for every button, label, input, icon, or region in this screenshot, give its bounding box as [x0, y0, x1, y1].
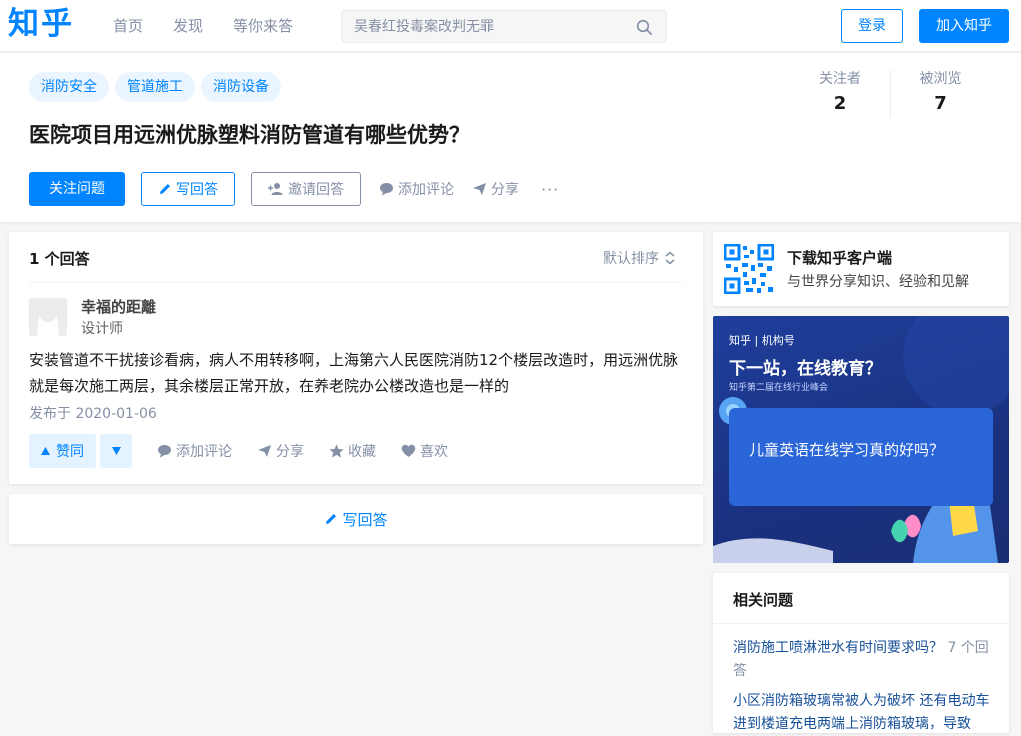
- related-question-title[interactable]: 消防施工喷淋泄水有时间要求吗？: [733, 640, 943, 656]
- related-questions-card: 相关问题 消防施工喷淋泄水有时间要求吗？ 7 个回答 小区消防箱玻璃常被人为破坏…: [713, 573, 1009, 733]
- answers-list: 1 个回答 默认排序 幸福的距離 设计师 安装管道不干扰接诊看病，病人不用转移啊…: [9, 232, 703, 484]
- share-label: 分享: [491, 182, 519, 198]
- question-header: 消防安全 管道施工 消防设备 医院项目用远洲优脉塑料消防管道有哪些优势？ 关注者…: [0, 53, 1021, 222]
- download-title: 下载知乎客户端: [787, 249, 893, 267]
- write-answer-card-label: 写回答: [342, 510, 388, 529]
- more-icon[interactable]: ···: [541, 180, 559, 199]
- pencil-icon: [160, 184, 170, 194]
- divider: [29, 282, 683, 283]
- write-answer-button[interactable]: 写回答: [141, 172, 235, 206]
- sort-chevrons-icon: [665, 251, 675, 265]
- views-count: 7: [934, 93, 947, 114]
- views-label: 被浏览: [919, 71, 962, 87]
- banner-headline: 下一站，在线教育？: [729, 359, 882, 379]
- like-button[interactable]: 喜欢: [401, 441, 448, 461]
- question-stats: 关注者 2 被浏览 7: [790, 70, 1011, 118]
- invite-answer-button[interactable]: 邀请回答: [251, 172, 361, 206]
- topic-tags: 消防安全 管道施工 消防设备: [29, 72, 281, 102]
- related-question-item[interactable]: 小区消防箱玻璃常被人为破坏 还有电动车进到楼道充电两端上消防箱玻璃，导致: [733, 690, 995, 736]
- download-app-card[interactable]: 下载知乎客户端 与世界分享知识、经验和见解: [713, 232, 1009, 306]
- nav-explore[interactable]: 发现: [173, 16, 203, 36]
- triangle-up-icon: [41, 447, 50, 455]
- pencil-icon: [326, 514, 337, 524]
- topic-tag[interactable]: 管道施工: [115, 72, 195, 102]
- collect-label: 收藏: [348, 444, 376, 460]
- nav-waiting-answers[interactable]: 等你来答: [233, 16, 293, 36]
- followers-label: 关注者: [819, 71, 861, 87]
- like-label: 喜欢: [420, 444, 448, 460]
- answer-share-button[interactable]: 分享: [257, 441, 304, 461]
- related-title: 相关问题: [733, 591, 794, 609]
- followers-count: 2: [833, 93, 847, 114]
- divider: [713, 623, 1009, 624]
- star-icon: [329, 444, 344, 458]
- invite-answer-label: 邀请回答: [288, 182, 344, 198]
- sort-dropdown[interactable]: 默认排序: [603, 248, 675, 268]
- share-icon: [258, 445, 271, 457]
- triangle-down-icon: [111, 447, 121, 455]
- answer-actions: 赞同 添加评论 分享 收藏 喜欢: [29, 434, 448, 468]
- answer-count: 1 个回答: [29, 250, 90, 268]
- author-headline: 设计师: [81, 321, 123, 337]
- comment-icon: [380, 183, 393, 196]
- avatar[interactable]: [29, 298, 67, 336]
- collect-button[interactable]: 收藏: [329, 441, 376, 461]
- zhihu-logo[interactable]: 知乎: [8, 4, 74, 44]
- related-question-item[interactable]: 消防施工喷淋泄水有时间要求吗？ 7 个回答: [733, 637, 995, 683]
- login-button[interactable]: 登录: [841, 9, 903, 43]
- share-button[interactable]: 分享: [472, 179, 519, 199]
- answer-date[interactable]: 发布于 2020-01-06: [29, 403, 157, 423]
- write-answer-card[interactable]: 写回答: [9, 494, 703, 544]
- heart-icon: [401, 444, 416, 457]
- question-actions: 关注问题 写回答 邀请回答 添加评论 分享 ···: [29, 172, 559, 206]
- topic-tag[interactable]: 消防设备: [201, 72, 281, 102]
- add-comment-label: 添加评论: [398, 182, 454, 198]
- answer-comment-label: 添加评论: [176, 444, 232, 460]
- qr-code-icon: [724, 244, 774, 294]
- upvote-label: 赞同: [56, 444, 84, 460]
- downvote-button[interactable]: [100, 434, 132, 468]
- upvote-button[interactable]: 赞同: [29, 434, 96, 468]
- search-input[interactable]: [354, 11, 624, 42]
- followers-stat[interactable]: 关注者 2: [790, 70, 890, 118]
- main-nav: 首页 发现 等你来答: [113, 16, 293, 36]
- answer-share-label: 分享: [276, 444, 304, 460]
- sort-label: 默认排序: [603, 251, 659, 267]
- cat-avatar-icon: [29, 298, 67, 336]
- top-bar: 知乎 首页 发现 等你来答 登录 加入知乎: [0, 0, 1021, 52]
- write-answer-label: 写回答: [176, 182, 218, 198]
- banner-question: 儿童英语在线学习真的好吗？: [749, 441, 945, 459]
- answer-comment-button[interactable]: 添加评论: [157, 441, 232, 461]
- download-subtitle: 与世界分享知识、经验和见解: [787, 274, 969, 290]
- banner-brand: 知乎 | 机构号: [729, 334, 795, 347]
- promo-banner[interactable]: 知乎 | 机构号 下一站，在线教育？ 知乎第二届在线行业峰会 儿童英语在线学习真…: [713, 316, 1009, 563]
- author-name[interactable]: 幸福的距離: [81, 296, 156, 317]
- comment-icon: [158, 445, 171, 458]
- topic-tag[interactable]: 消防安全: [29, 72, 109, 102]
- search-box: [341, 10, 667, 43]
- views-stat: 被浏览 7: [890, 70, 990, 118]
- related-question-title[interactable]: 小区消防箱玻璃常被人为破坏 还有电动车进到楼道充电两端上消防箱玻璃，导致: [733, 693, 989, 732]
- answer-content: 安装管道不干扰接诊看病，病人不用转移啊，上海第六人民医院消防12个楼层改造时，用…: [29, 351, 679, 395]
- follow-question-button[interactable]: 关注问题: [29, 172, 125, 206]
- question-title: 医院项目用远洲优脉塑料消防管道有哪些优势？: [29, 123, 470, 147]
- add-comment-button[interactable]: 添加评论: [379, 179, 454, 199]
- search-icon[interactable]: [636, 19, 652, 35]
- join-button[interactable]: 加入知乎: [919, 9, 1009, 43]
- share-icon: [473, 183, 486, 195]
- add-user-icon: [268, 183, 283, 195]
- banner-subtitle: 知乎第二届在线行业峰会: [729, 383, 829, 393]
- nav-home[interactable]: 首页: [113, 16, 143, 36]
